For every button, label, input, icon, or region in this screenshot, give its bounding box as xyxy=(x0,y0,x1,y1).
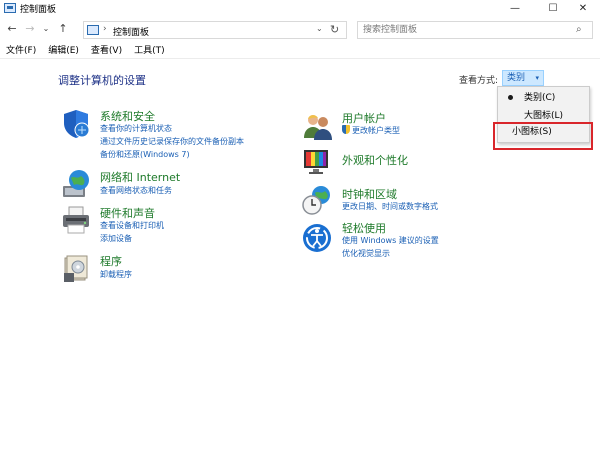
category-title-hardware-sound[interactable]: 硬件和声音 xyxy=(100,205,155,221)
minimize-button[interactable]: — xyxy=(498,0,532,16)
view-by-value: 类别 xyxy=(507,73,526,83)
globe-network-icon[interactable] xyxy=(60,168,92,200)
menu-divider xyxy=(0,58,600,59)
search-box[interactable]: ⌕ xyxy=(357,21,593,39)
printer-icon[interactable] xyxy=(60,204,92,236)
category-title-system-security[interactable]: 系统和安全 xyxy=(100,108,155,124)
breadcrumb-control-panel[interactable]: 控制面板 xyxy=(113,25,149,38)
clock-globe-icon[interactable] xyxy=(301,184,333,216)
option-label-category: 类别(C) xyxy=(524,93,556,103)
link-view-network-status[interactable]: 查看网络状态和任务 xyxy=(100,185,172,196)
maximize-button[interactable]: ☐ xyxy=(536,0,570,16)
view-by-option-category[interactable]: 类别(C) xyxy=(498,90,589,106)
category-title-appearance[interactable]: 外观和个性化 xyxy=(342,152,408,168)
link-change-account-type[interactable]: 更改帐户类型 xyxy=(342,125,400,136)
link-view-computer-status[interactable]: 查看你的计算机状态 xyxy=(100,123,172,134)
link-uninstall-program[interactable]: 卸载程序 xyxy=(100,269,132,280)
window-title: 控制面板 xyxy=(20,5,57,15)
view-by-label: 查看方式: xyxy=(459,76,499,86)
category-title-network-internet[interactable]: 网络和 Internet xyxy=(100,169,180,185)
selected-bullet-icon xyxy=(508,95,513,100)
menu-tools[interactable]: 工具(T) xyxy=(134,43,165,57)
category-title-user-accounts[interactable]: 用户帐户 xyxy=(342,110,386,126)
category-title-programs[interactable]: 程序 xyxy=(100,253,122,269)
chevron-down-icon: ▾ xyxy=(535,74,539,82)
uac-shield-icon xyxy=(342,125,350,134)
menu-file[interactable]: 文件(F) xyxy=(6,43,36,57)
monitor-icon[interactable] xyxy=(301,145,333,177)
link-add-device[interactable]: 添加设备 xyxy=(100,233,132,244)
control-panel-icon xyxy=(4,3,16,13)
page-title: 调整计算机的设置 xyxy=(58,74,146,87)
back-arrow-icon[interactable]: ← xyxy=(4,22,20,36)
address-dropdown-icon[interactable]: ⌄ xyxy=(316,24,323,33)
link-file-history-backup[interactable]: 通过文件历史记录保存你的文件备份副本 xyxy=(100,136,244,147)
breadcrumb-separator: › xyxy=(103,24,107,34)
address-bar[interactable]: › 控制面板 ⌄ ↻ xyxy=(83,21,347,39)
annotation-highlight-box xyxy=(493,122,593,150)
shield-icon[interactable] xyxy=(60,108,92,140)
accessibility-icon[interactable] xyxy=(301,222,333,254)
recent-locations-icon[interactable]: ⌄ xyxy=(38,22,54,36)
link-change-date-time-format[interactable]: 更改日期、时间或数字格式 xyxy=(342,201,438,212)
link-change-account-type-label: 更改帐户类型 xyxy=(352,126,400,135)
option-label-large-icons: 大图标(L) xyxy=(524,111,564,121)
category-title-clock-region[interactable]: 时钟和区域 xyxy=(342,186,397,202)
search-icon[interactable]: ⌕ xyxy=(576,24,582,35)
programs-icon[interactable] xyxy=(60,252,92,284)
link-devices-printers[interactable]: 查看设备和打印机 xyxy=(100,220,164,231)
menu-bar: 文件(F) 编辑(E) 查看(V) 工具(T) xyxy=(0,43,600,57)
search-input[interactable] xyxy=(363,23,571,37)
users-icon[interactable] xyxy=(301,110,333,142)
link-recommended-settings[interactable]: 使用 Windows 建议的设置 xyxy=(342,235,439,246)
view-by-dropdown[interactable]: 类别 ▾ xyxy=(502,70,544,86)
link-optimize-visual-display[interactable]: 优化视觉显示 xyxy=(342,248,390,259)
menu-view[interactable]: 查看(V) xyxy=(91,43,122,57)
link-backup-restore[interactable]: 备份和还原(Windows 7) xyxy=(100,149,190,160)
up-arrow-icon[interactable]: ↑ xyxy=(55,22,71,36)
menu-edit[interactable]: 编辑(E) xyxy=(48,43,79,57)
address-row: ← → ⌄ ↑ › 控制面板 ⌄ ↻ ⌕ xyxy=(0,18,600,40)
category-title-ease-of-access[interactable]: 轻松使用 xyxy=(342,220,386,236)
title-bar: 控制面板 — ☐ ✕ xyxy=(0,0,600,16)
close-button[interactable]: ✕ xyxy=(566,0,600,16)
forward-arrow-icon[interactable]: → xyxy=(22,22,38,36)
control-panel-icon xyxy=(87,25,99,35)
refresh-icon[interactable]: ↻ xyxy=(330,23,339,36)
